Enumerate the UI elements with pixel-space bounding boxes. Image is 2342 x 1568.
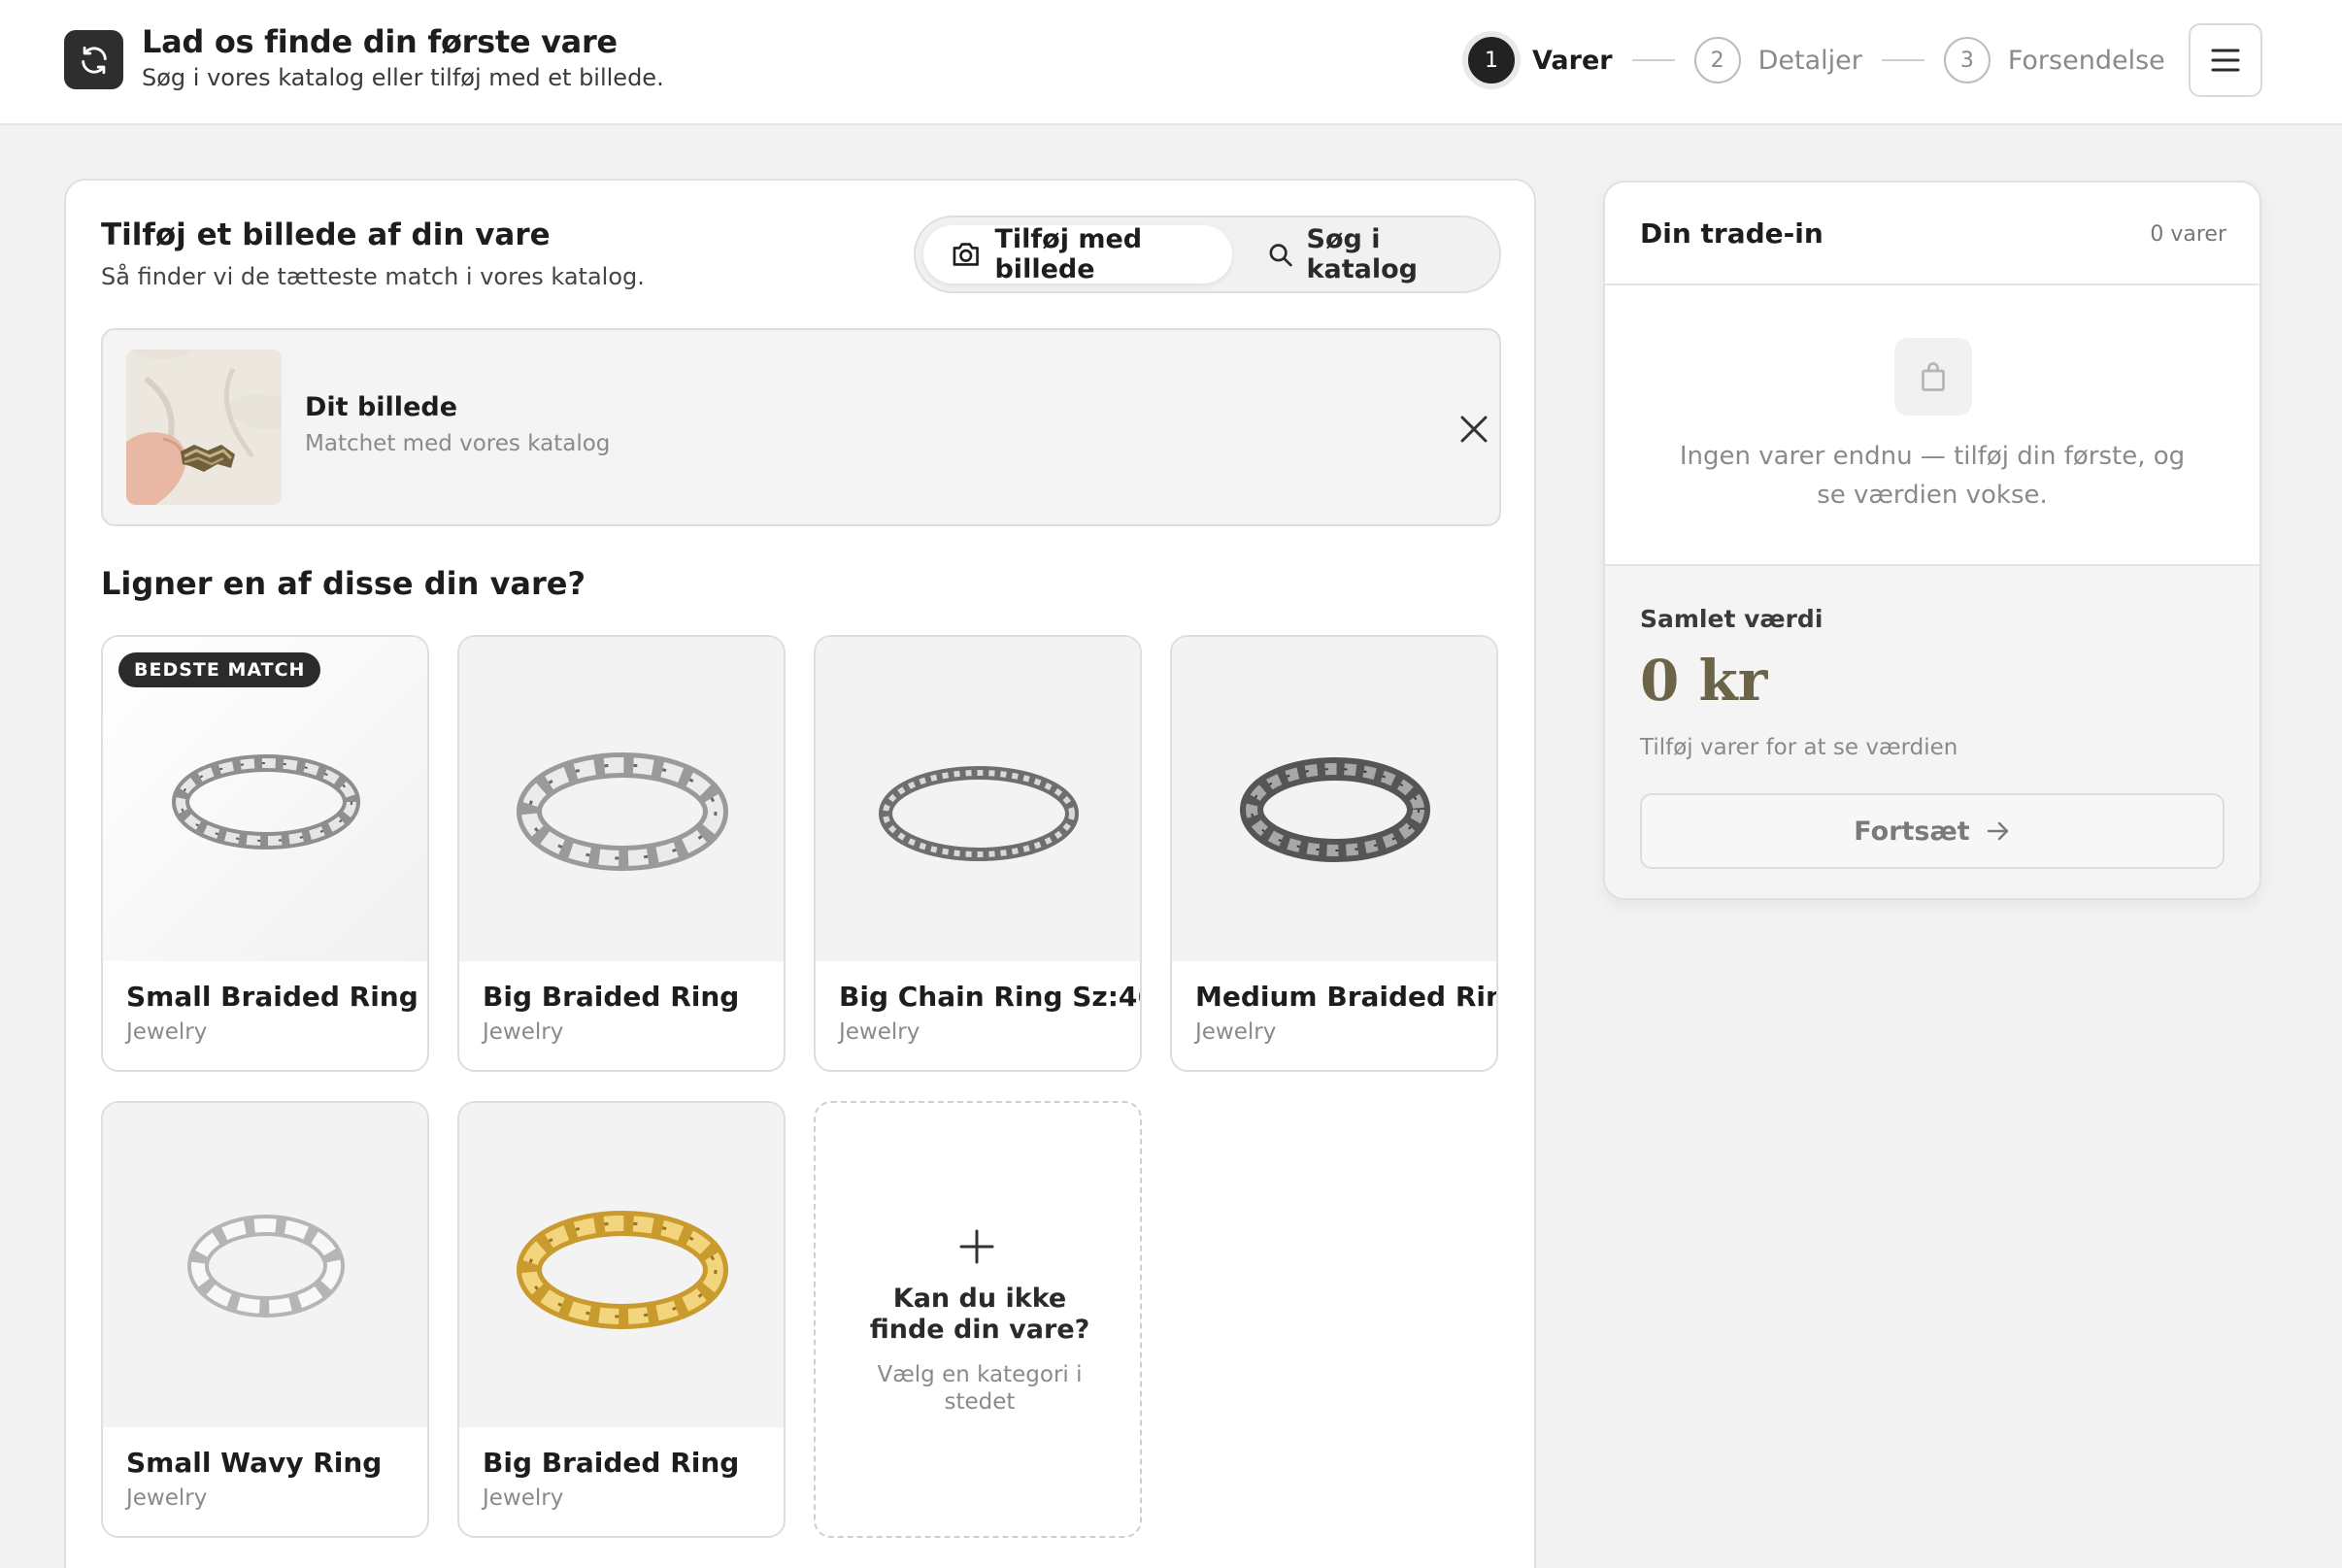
product-image bbox=[103, 1103, 427, 1427]
shopping-bag-icon bbox=[1922, 362, 1945, 391]
product-category: Jewelry bbox=[126, 1485, 208, 1511]
product-image bbox=[1172, 637, 1496, 961]
menu-button[interactable] bbox=[2189, 23, 2262, 97]
product-name: Big Chain Ring Sz:46 bbox=[839, 981, 1142, 1013]
trade-in-summary: Din trade-in 0 varer Ingen varer endnu —… bbox=[1603, 181, 2261, 900]
product-image bbox=[816, 637, 1140, 961]
step-label: Detaljer bbox=[1757, 45, 1862, 76]
product-card[interactable]: Big Chain Ring Sz:46 Jewelry bbox=[814, 635, 1142, 1072]
product-card[interactable]: Big Braided Ring Jewelry bbox=[457, 635, 786, 1072]
continue-button[interactable]: Fortsæt bbox=[1640, 793, 2225, 869]
step-label: Forsendelse bbox=[2007, 45, 2165, 76]
refresh-icon bbox=[81, 46, 107, 74]
product-category: Jewelry bbox=[483, 1019, 564, 1045]
step-connector bbox=[1881, 59, 1924, 61]
matches-heading: Ligner en af disse din vare? bbox=[101, 565, 586, 602]
product-image bbox=[459, 637, 784, 961]
summary-header: Din trade-in 0 varer bbox=[1605, 183, 2259, 285]
uploaded-photo-title: Dit billede bbox=[305, 392, 458, 422]
add-with-photo-label: Tilføj med billede bbox=[994, 224, 1143, 284]
step-varer[interactable]: 1 Varer bbox=[1468, 37, 1613, 83]
best-match-badge: BEDSTE MATCH bbox=[118, 652, 321, 687]
close-icon bbox=[1460, 416, 1488, 443]
mode-toggle: Tilføj med billede Søg i katalog bbox=[914, 216, 1501, 293]
choose-category-title: Kan du ikke finde din vare? bbox=[869, 1284, 1090, 1345]
choose-category-card[interactable]: Kan du ikke finde din vare? Vælg en kate… bbox=[814, 1101, 1142, 1538]
section-title: Tilføj et billede af din vare bbox=[101, 217, 551, 252]
top-header: Lad os finde din første vare Søg i vores… bbox=[0, 0, 2342, 125]
product-category: Jewelry bbox=[839, 1019, 920, 1045]
step-connector bbox=[1631, 59, 1675, 61]
empty-state-text: Ingen varer endnu — tilføj din første, o… bbox=[1679, 442, 2186, 510]
arrow-right-icon bbox=[1987, 821, 2008, 841]
continue-label: Fortsæt bbox=[1854, 816, 1970, 847]
empty-bag bbox=[1894, 338, 1972, 416]
search-catalog-button[interactable]: Søg i katalog bbox=[1257, 224, 1490, 284]
total-value: 0 kr bbox=[1640, 648, 1768, 714]
section-subtitle: Så finder vi de tætteste match i vores k… bbox=[101, 263, 645, 290]
search-catalog-label: Søg i katalog bbox=[1306, 224, 1418, 284]
total-hint: Tilføj varer for at se værdien bbox=[1640, 735, 1958, 760]
total-label: Samlet værdi bbox=[1640, 605, 1823, 633]
remove-photo-button[interactable] bbox=[1456, 412, 1491, 447]
step-number: 2 bbox=[1693, 37, 1741, 83]
product-card[interactable]: Big Braided Ring Jewelry bbox=[457, 1101, 786, 1538]
product-name: Small Braided Ring bbox=[126, 981, 418, 1013]
step-forsendelse[interactable]: 3 Forsendelse bbox=[1943, 37, 2165, 83]
summary-title: Din trade-in bbox=[1640, 217, 1823, 250]
uploaded-photo-box: Dit billede Matchet med vores katalog bbox=[101, 328, 1501, 526]
product-name: Big Braided Ring bbox=[483, 981, 740, 1013]
step-label: Varer bbox=[1532, 45, 1613, 76]
product-name: Medium Braided Ring bbox=[1195, 981, 1498, 1013]
product-image bbox=[459, 1103, 784, 1427]
plus-icon bbox=[959, 1229, 994, 1264]
item-count: 0 varer bbox=[2150, 222, 2226, 247]
product-card[interactable]: Medium Braided Ring Jewelry bbox=[1170, 635, 1498, 1072]
product-name: Big Braided Ring bbox=[483, 1447, 740, 1479]
step-detaljer[interactable]: 2 Detaljer bbox=[1693, 37, 1862, 83]
logo[interactable] bbox=[64, 30, 123, 89]
search-icon bbox=[1269, 244, 1292, 267]
progress-stepper: 1 Varer 2 Detaljer 3 Forsendelse bbox=[1468, 30, 2165, 90]
product-category: Jewelry bbox=[1195, 1019, 1277, 1045]
uploaded-photo-subtitle: Matchet med vores katalog bbox=[305, 431, 611, 456]
page-subtitle: Søg i vores katalog eller tilføj med et … bbox=[142, 64, 664, 91]
product-card[interactable]: Small Wavy Ring Jewelry bbox=[101, 1101, 429, 1538]
uploaded-photo-thumbnail[interactable] bbox=[126, 350, 282, 505]
product-card[interactable]: BEDSTE MATCH Small Braided Ring Jewelry bbox=[101, 635, 429, 1072]
page-title: Lad os finde din første vare bbox=[142, 23, 618, 60]
add-with-photo-button[interactable]: Tilføj med billede bbox=[923, 224, 1232, 284]
add-item-panel: Tilføj et billede af din vare Så finder … bbox=[64, 179, 1536, 1568]
product-category: Jewelry bbox=[126, 1019, 208, 1045]
camera-icon bbox=[953, 243, 979, 266]
hamburger-menu-icon bbox=[2211, 49, 2240, 72]
product-name: Small Wavy Ring bbox=[126, 1447, 383, 1479]
step-number: 1 bbox=[1468, 37, 1515, 83]
step-number: 3 bbox=[1943, 37, 1991, 83]
choose-category-subtitle: Vælg en kategori i stedet bbox=[877, 1362, 1083, 1415]
total-section: Samlet værdi 0 kr Tilføj varer for at se… bbox=[1605, 564, 2259, 898]
product-category: Jewelry bbox=[483, 1485, 564, 1511]
